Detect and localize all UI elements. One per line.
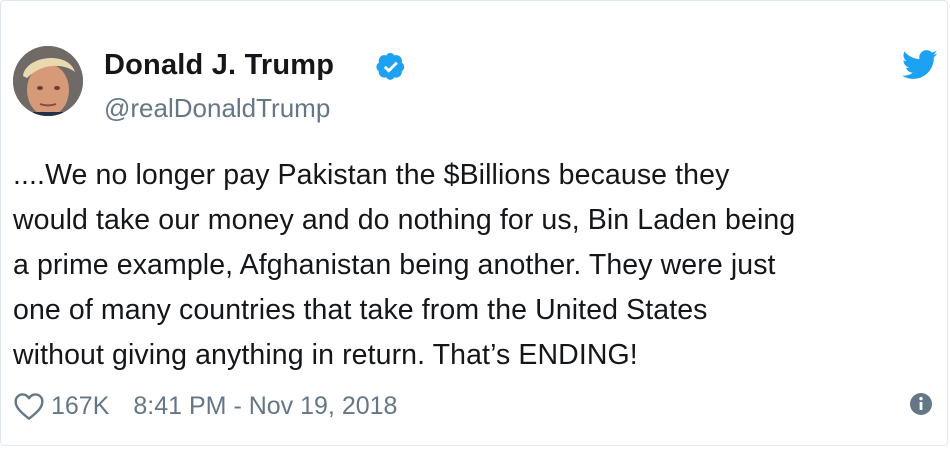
avatar-image: [13, 46, 83, 116]
tweet-footer: 167K 8:41 PM - Nov 19, 2018: [13, 389, 397, 423]
display-name[interactable]: Donald J. Trump: [104, 49, 334, 82]
likes-count[interactable]: 167K: [51, 392, 109, 421]
heart-icon[interactable]: [13, 391, 45, 421]
twitter-bird-icon[interactable]: [902, 50, 938, 80]
tweet-card: Donald J. Trump @realDonaldTrump ....We …: [0, 0, 948, 446]
timestamp[interactable]: 8:41 PM - Nov 19, 2018: [133, 392, 397, 421]
info-icon[interactable]: [909, 392, 933, 416]
tweet-text: ....We no longer pay Pakistan the $Billi…: [13, 159, 796, 371]
handle[interactable]: @realDonaldTrump: [104, 93, 330, 124]
avatar[interactable]: [13, 46, 83, 116]
verified-badge-icon: [376, 52, 405, 80]
